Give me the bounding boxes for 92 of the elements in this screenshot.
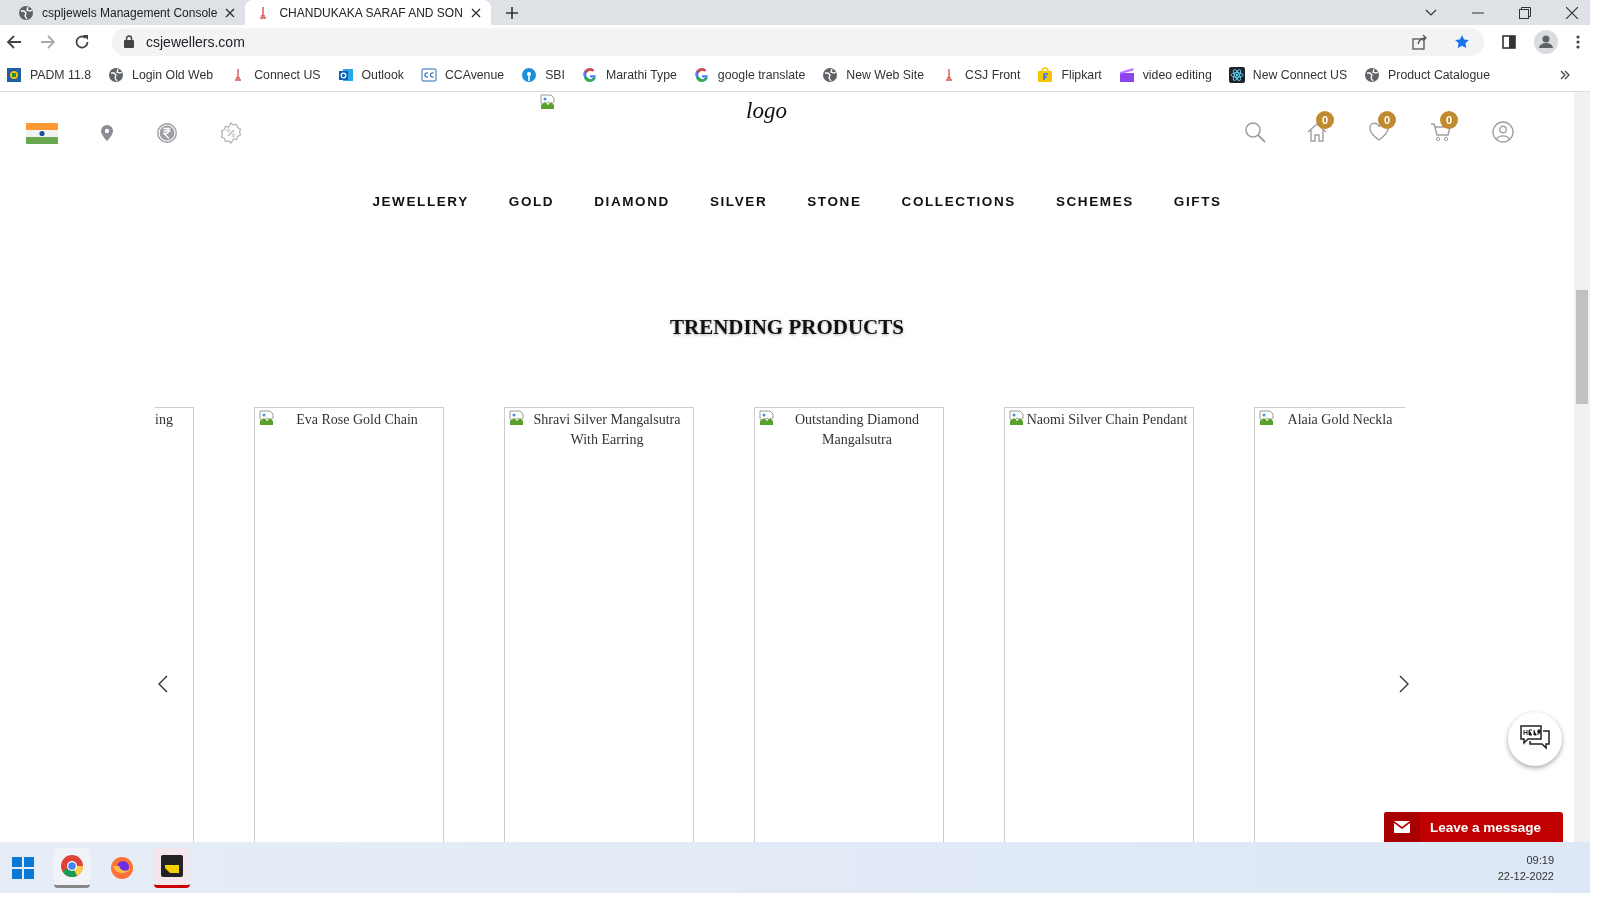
map-pin-icon[interactable] — [100, 124, 114, 142]
bookmark-link[interactable]: CCAvenue — [420, 66, 505, 83]
product-name: Eva Rose Gold Chain — [295, 411, 419, 429]
reload-icon[interactable] — [74, 33, 90, 50]
globe-icon — [822, 66, 839, 83]
google-icon — [581, 66, 598, 83]
logo-alt-text[interactable]: logo — [746, 94, 787, 124]
scrollbar-thumb[interactable] — [1576, 290, 1588, 404]
broken-image-icon — [259, 410, 275, 426]
bookmark-link[interactable]: SBI — [521, 66, 565, 83]
chevron-left-icon[interactable] — [158, 675, 168, 693]
close-icon[interactable] — [1566, 6, 1578, 19]
count-badge: 0 — [1378, 111, 1396, 129]
product-name: Naomi Silver Chain Pendant — [1025, 411, 1189, 429]
clapperboard-icon — [1118, 66, 1135, 83]
more-icon[interactable] — [1576, 34, 1580, 49]
clock-date[interactable]: 22-12-2022 — [1497, 869, 1554, 882]
envelope-icon — [1394, 821, 1410, 833]
bookmark-link[interactable]: New Web Site — [822, 66, 925, 83]
tab-title: cspljewels Management Console — [42, 5, 218, 20]
nav-link[interactable]: JEWELLERY — [372, 194, 469, 209]
count-badge: 0 — [1316, 111, 1334, 129]
tab-title: CHANDUKAKA SARAF AND SON — [279, 5, 463, 20]
close-icon[interactable] — [225, 7, 236, 18]
nav-link[interactable]: GIFTS — [1173, 194, 1222, 209]
taskbar-app-button[interactable] — [154, 847, 190, 888]
bookmark-link[interactable]: video editing — [1118, 66, 1212, 83]
star-icon[interactable] — [1454, 33, 1470, 50]
close-icon[interactable] — [470, 7, 481, 18]
nav-link[interactable]: GOLD — [508, 194, 555, 209]
google-icon — [693, 66, 710, 83]
nav-link[interactable]: SCHEMES — [1055, 194, 1134, 209]
product-name: Outstanding Diamond Mangalsutra — [793, 411, 920, 449]
product-name: Alaia Gold Neckla — [1286, 411, 1394, 429]
side-panel-icon[interactable] — [1502, 34, 1516, 49]
bookmark-link[interactable]: PADM 11.8 — [6, 66, 92, 83]
lock-icon — [124, 35, 134, 48]
atom-icon — [1228, 66, 1245, 83]
product-name: ing — [155, 411, 174, 429]
minimize-icon[interactable] — [1472, 11, 1484, 14]
shopping-bag-icon — [1037, 66, 1054, 83]
address-bar[interactable]: csjewellers.com — [112, 27, 1484, 56]
nav-link[interactable]: STONE — [807, 194, 862, 209]
globe-icon — [1364, 66, 1381, 83]
product-name: Shravi Silver Mangalsutra With Earring — [532, 411, 682, 449]
profile-icon[interactable] — [1534, 29, 1558, 54]
app-icon — [6, 66, 22, 83]
rupee-coin-icon[interactable] — [156, 122, 178, 144]
outlook-icon — [337, 66, 354, 83]
windows-logo-icon[interactable] — [12, 856, 34, 879]
bookmark-link[interactable]: Marathi Type — [581, 66, 677, 83]
help-chat-button[interactable] — [1508, 712, 1562, 766]
bookmark-link[interactable]: Flipkart — [1037, 66, 1102, 83]
bookmark-link[interactable]: google translate — [693, 66, 806, 83]
plus-icon[interactable] — [504, 5, 519, 20]
back-arrow-icon[interactable] — [6, 33, 22, 50]
globe-icon — [18, 4, 34, 21]
nav-link[interactable]: SILVER — [709, 194, 768, 209]
browser-tab[interactable]: cspljewels Management Console — [8, 0, 246, 25]
restore-icon[interactable] — [1519, 6, 1531, 19]
bookmark-link[interactable]: New Connect US — [1228, 66, 1348, 83]
circle-keyhole-icon — [521, 66, 538, 83]
chevron-down-icon[interactable] — [1425, 8, 1437, 17]
cc-icon — [420, 66, 437, 83]
url-text: csjewellers.com — [146, 33, 245, 50]
bookmark-link[interactable]: Product Catalogue — [1364, 66, 1490, 83]
leave-message-button[interactable]: Leave a message — [1384, 812, 1563, 842]
bookmark-link[interactable]: Login Old Web — [108, 66, 214, 83]
broken-image-icon — [1259, 410, 1275, 426]
broken-image-icon — [1009, 410, 1025, 426]
bookmark-link[interactable]: CSJ Front — [941, 66, 1021, 83]
chevron-right-icon[interactable] — [1399, 675, 1409, 693]
browser-tab[interactable]: CHANDUKAKA SARAF AND SON — [245, 0, 491, 25]
browser-logo-icon — [60, 854, 84, 878]
clock-time[interactable]: 09:19 — [1526, 853, 1554, 866]
bookmark-link[interactable]: Outlook — [337, 66, 404, 83]
nav-link[interactable]: DIAMOND — [594, 194, 670, 209]
share-icon[interactable] — [1412, 33, 1428, 50]
broken-image-icon — [759, 410, 775, 426]
scrollbar[interactable] — [1574, 92, 1590, 842]
sticky-note-icon — [161, 855, 183, 877]
broken-image-icon — [509, 410, 525, 426]
count-badge: 0 — [1440, 111, 1458, 129]
section-title: TRENDING PRODUCTS — [669, 315, 905, 340]
fox-browser-icon[interactable] — [110, 855, 134, 880]
globe-icon — [108, 66, 125, 83]
search-icon[interactable] — [1244, 121, 1266, 143]
india-flag-icon[interactable] — [26, 122, 58, 144]
bookmark-link[interactable]: Connect US — [230, 66, 321, 83]
double-chevron-icon[interactable] — [1560, 69, 1570, 80]
nav-link[interactable]: COLLECTIONS — [901, 194, 1016, 209]
user-icon[interactable] — [1492, 121, 1514, 143]
